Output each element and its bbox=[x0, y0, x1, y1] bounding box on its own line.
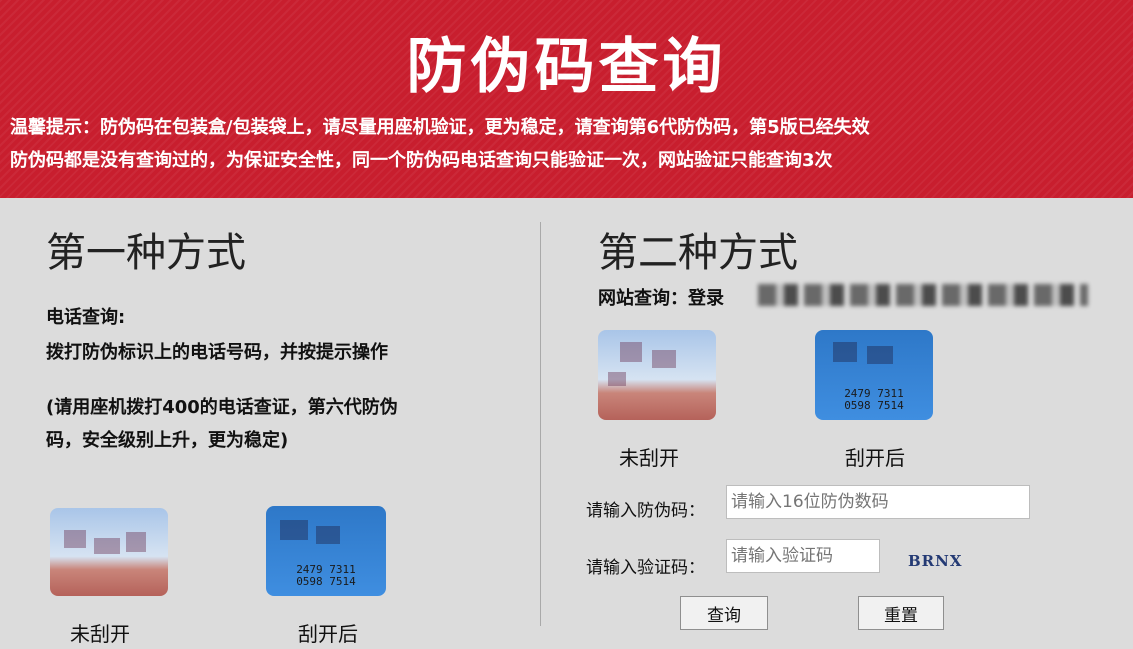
tip-line-2: 防伪码都是没有查询过的，为保证安全性，同一个防伪码电话查询只能验证一次，网站验证… bbox=[10, 150, 833, 171]
reset-button[interactable]: 重置 bbox=[858, 596, 944, 630]
phone-query-desc: 拨打防伪标识上的电话号码，并按提示操作 bbox=[46, 342, 388, 363]
phone-note-line-2: 码，安全级别上升，更为稳定) bbox=[46, 430, 289, 451]
caption-scratched: 刮开后 bbox=[845, 446, 905, 470]
verify-field-label: 请输入验证码： bbox=[586, 558, 705, 578]
caption-unscratched: 未刮开 bbox=[619, 446, 679, 470]
unscratched-label-image bbox=[598, 330, 716, 420]
code-field-label: 请输入防伪码： bbox=[586, 501, 705, 521]
panel-divider bbox=[540, 222, 541, 626]
code-input[interactable] bbox=[726, 485, 1030, 519]
page-title: 防伪码查询 bbox=[406, 32, 727, 102]
phone-query-label: 电话查询: bbox=[46, 307, 126, 328]
phone-note-line-1: (请用座机拨打400的电话查证，第六代防伪 bbox=[46, 397, 398, 418]
query-button[interactable]: 查询 bbox=[680, 596, 768, 630]
blurred-url bbox=[758, 284, 1088, 306]
caption-unscratched: 未刮开 bbox=[70, 622, 130, 646]
method-two-title: 第二种方式 bbox=[598, 230, 798, 276]
method-two-panel: 第二种方式 网站查询：登录 2479 7311 0598 7514 未刮开 刮开… bbox=[542, 198, 1133, 649]
verify-code-input[interactable] bbox=[726, 539, 880, 573]
scratched-code-line-2: 0598 7514 bbox=[296, 575, 356, 588]
scratched-code-line-2: 0598 7514 bbox=[844, 399, 904, 412]
header-banner: 防伪码查询 温馨提示：防伪码在包装盒/包装袋上，请尽量用座机验证，更为稳定，请查… bbox=[0, 0, 1133, 198]
unscratched-label-image bbox=[50, 508, 168, 596]
tip-line-1: 温馨提示：防伪码在包装盒/包装袋上，请尽量用座机验证，更为稳定，请查询第6代防伪… bbox=[10, 117, 870, 138]
web-query-label: 网站查询：登录 bbox=[598, 288, 724, 309]
method-one-title: 第一种方式 bbox=[46, 230, 246, 276]
caption-scratched: 刮开后 bbox=[298, 622, 358, 646]
captcha-image[interactable]: BRNX bbox=[908, 552, 963, 570]
scratched-label-image: 2479 7311 0598 7514 bbox=[815, 330, 933, 420]
method-one-panel: 第一种方式 电话查询: 拨打防伪标识上的电话号码，并按提示操作 (请用座机拨打4… bbox=[0, 198, 540, 649]
scratched-label-image: 2479 7311 0598 7514 bbox=[266, 506, 386, 596]
